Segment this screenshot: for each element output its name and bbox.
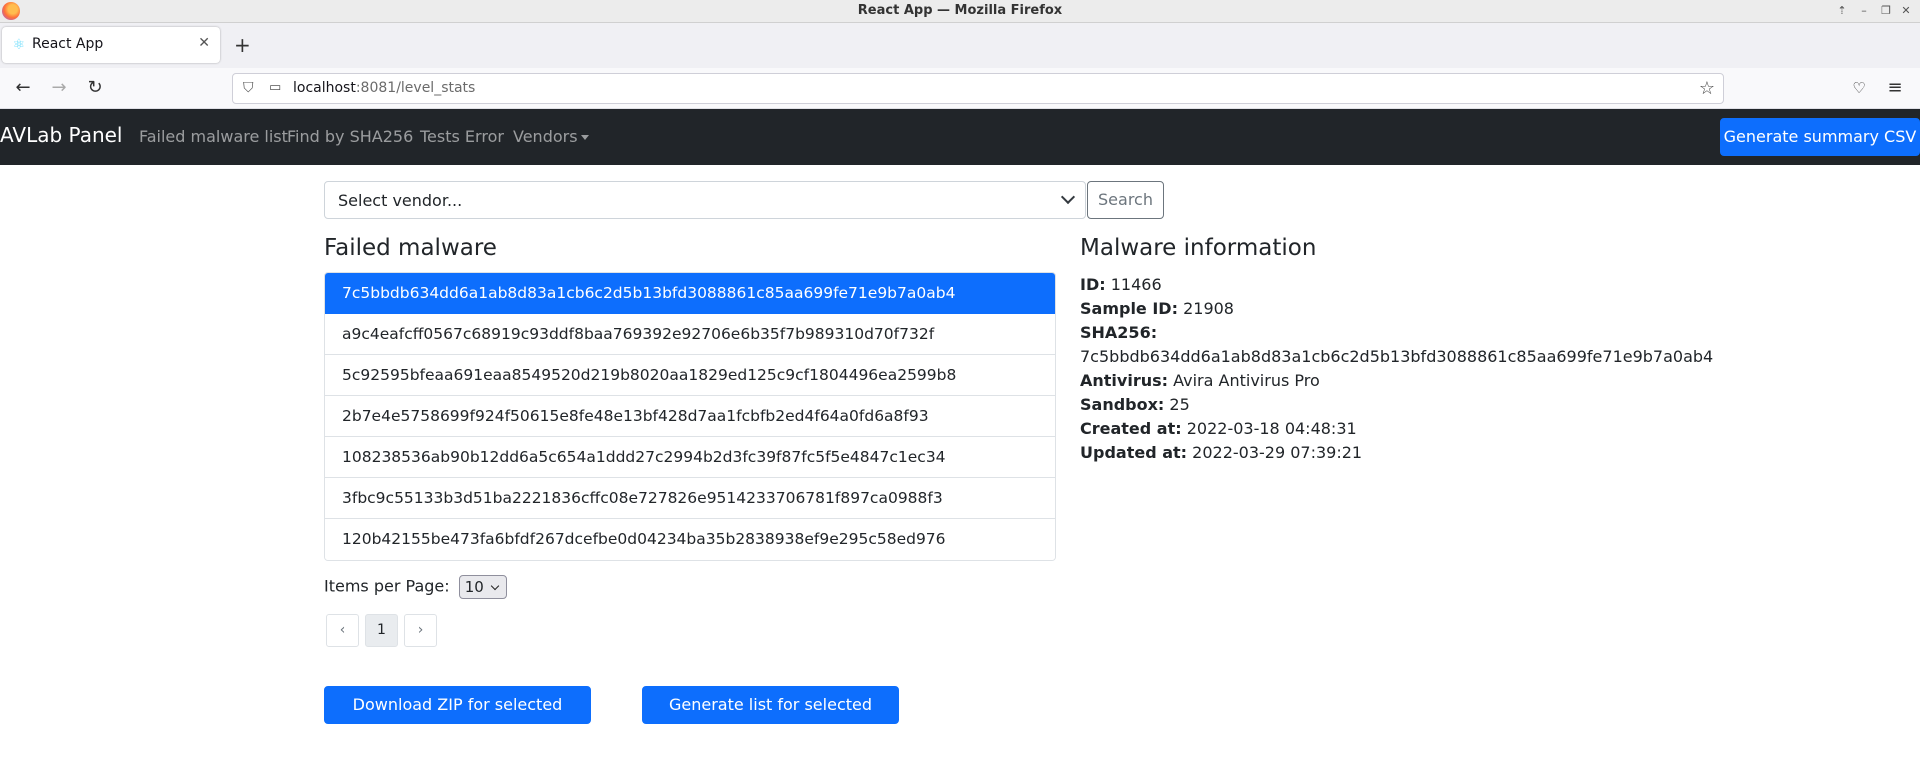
tab-bar: ⚛ React App ✕ + bbox=[0, 23, 1920, 68]
shield-icon[interactable]: ⛉ bbox=[243, 80, 254, 96]
info-updated-at: Updated at: 2022-03-29 07:39:21 bbox=[1080, 443, 1363, 462]
info-id: ID: 11466 bbox=[1080, 275, 1162, 294]
pagination-prev-icon[interactable]: ‹ bbox=[326, 614, 359, 647]
pagination-page[interactable]: 1 bbox=[365, 614, 398, 647]
caret-down-icon bbox=[580, 135, 589, 140]
pocket-icon[interactable]: ♡ bbox=[1847, 76, 1871, 100]
info-sandbox: Sandbox: 25 bbox=[1080, 395, 1190, 414]
browser-tab[interactable]: ⚛ React App ✕ bbox=[2, 27, 220, 63]
window-title: React App — Mozilla Firefox bbox=[857, 3, 1063, 18]
nav-tests-error[interactable]: Tests Error bbox=[420, 127, 504, 146]
items-per-page-select[interactable]: 10 bbox=[458, 575, 507, 599]
window-up-icon[interactable]: ⇡ bbox=[1834, 4, 1850, 18]
info-sha256-value: 7c5bbdb634dd6a1ab8d83a1cb6c2d5b13bfd3088… bbox=[1080, 347, 1714, 366]
tab-title: React App bbox=[32, 36, 104, 52]
url-bar[interactable]: ⛉ ▭ localhost:8081/level_stats ☆ bbox=[232, 73, 1724, 104]
pagination-next-icon[interactable]: › bbox=[404, 614, 437, 647]
malware-info-panel: ID: 11466 Sample ID: 21908 SHA256: 7c5bb… bbox=[1080, 273, 1713, 465]
back-arrow-icon[interactable]: ← bbox=[11, 76, 35, 100]
tab-close-icon[interactable]: ✕ bbox=[198, 35, 210, 51]
items-per-page-label: Items per Page: bbox=[324, 576, 450, 596]
vendor-select[interactable]: Select vendor... bbox=[324, 181, 1086, 219]
failed-malware-heading: Failed malware bbox=[324, 235, 497, 261]
generate-list-button[interactable]: Generate list for selected vendor bbox=[642, 686, 899, 750]
info-sample-id: Sample ID: 21908 bbox=[1080, 299, 1234, 318]
list-item[interactable]: a9c4eafcff0567c68919c93ddf8baa769392e927… bbox=[325, 314, 1055, 355]
vendor-select-value: Select vendor... bbox=[338, 191, 463, 210]
nav-find-by-sha256[interactable]: Find by SHA256 bbox=[287, 127, 413, 146]
download-zip-button[interactable]: Download ZIP for selected vendor bbox=[324, 686, 591, 750]
failed-malware-list: 7c5bbdb634dd6a1ab8d83a1cb6c2d5b13bfd3088… bbox=[324, 272, 1056, 561]
forward-arrow-icon[interactable]: → bbox=[47, 76, 71, 100]
window-close-icon[interactable]: ✕ bbox=[1898, 4, 1914, 18]
info-antivirus: Antivirus: Avira Antivirus Pro bbox=[1080, 371, 1320, 390]
malware-information-heading: Malware information bbox=[1080, 235, 1317, 261]
reload-icon[interactable]: ↻ bbox=[83, 76, 107, 100]
info-sha256-label: SHA256: bbox=[1080, 323, 1158, 342]
page-info-icon[interactable]: ▭ bbox=[269, 80, 281, 95]
window-maximize-icon[interactable]: ❐ bbox=[1878, 4, 1894, 18]
react-favicon-icon: ⚛ bbox=[12, 37, 26, 53]
new-tab-plus-icon[interactable]: + bbox=[234, 33, 251, 57]
chevron-down-icon bbox=[1060, 189, 1076, 205]
window-minimize-icon[interactable]: – bbox=[1856, 4, 1872, 18]
star-icon[interactable]: ☆ bbox=[1699, 78, 1715, 99]
nav-vendors-dropdown[interactable]: Vendors bbox=[513, 127, 589, 146]
list-item[interactable]: 2b7e4e5758699f924f50615e8fe48e13bf428d7a… bbox=[325, 396, 1055, 437]
list-item[interactable]: 108238536ab90b12dd6a5c654a1ddd27c2994b2d… bbox=[325, 437, 1055, 478]
list-item[interactable]: 3fbc9c55133b3d51ba2221836cffc08e727826e9… bbox=[325, 478, 1055, 519]
generate-summary-csv-button[interactable]: Generate summary CSV bbox=[1720, 118, 1920, 156]
items-per-page: Items per Page: 10 bbox=[324, 575, 507, 599]
search-button[interactable]: Search bbox=[1087, 181, 1164, 219]
chevron-down-icon bbox=[490, 581, 499, 591]
window-titlebar: React App — Mozilla Firefox ⇡ – ❐ ✕ bbox=[0, 0, 1920, 23]
brand[interactable]: AVLab Panel bbox=[0, 123, 123, 147]
info-created-at: Created at: 2022-03-18 04:48:31 bbox=[1080, 419, 1357, 438]
url-text[interactable]: localhost:8081/level_stats bbox=[293, 80, 475, 96]
app-navbar: AVLab Panel Failed malware list Find by … bbox=[0, 109, 1920, 165]
list-item[interactable]: 120b42155be473fa6bfdf267dcefbe0d04234ba3… bbox=[325, 519, 1055, 560]
list-item[interactable]: 5c92595bfeaa691eaa8549520d219b8020aa1829… bbox=[325, 355, 1055, 396]
list-item[interactable]: 7c5bbdb634dd6a1ab8d83a1cb6c2d5b13bfd3088… bbox=[325, 273, 1055, 314]
browser-toolbar: ← → ↻ ⛉ ▭ localhost:8081/level_stats ☆ ♡… bbox=[0, 68, 1920, 109]
hamburger-menu-icon[interactable]: ≡ bbox=[1883, 76, 1907, 100]
nav-failed-malware-list[interactable]: Failed malware list bbox=[139, 127, 288, 146]
vendors-label: Vendors bbox=[513, 127, 578, 146]
